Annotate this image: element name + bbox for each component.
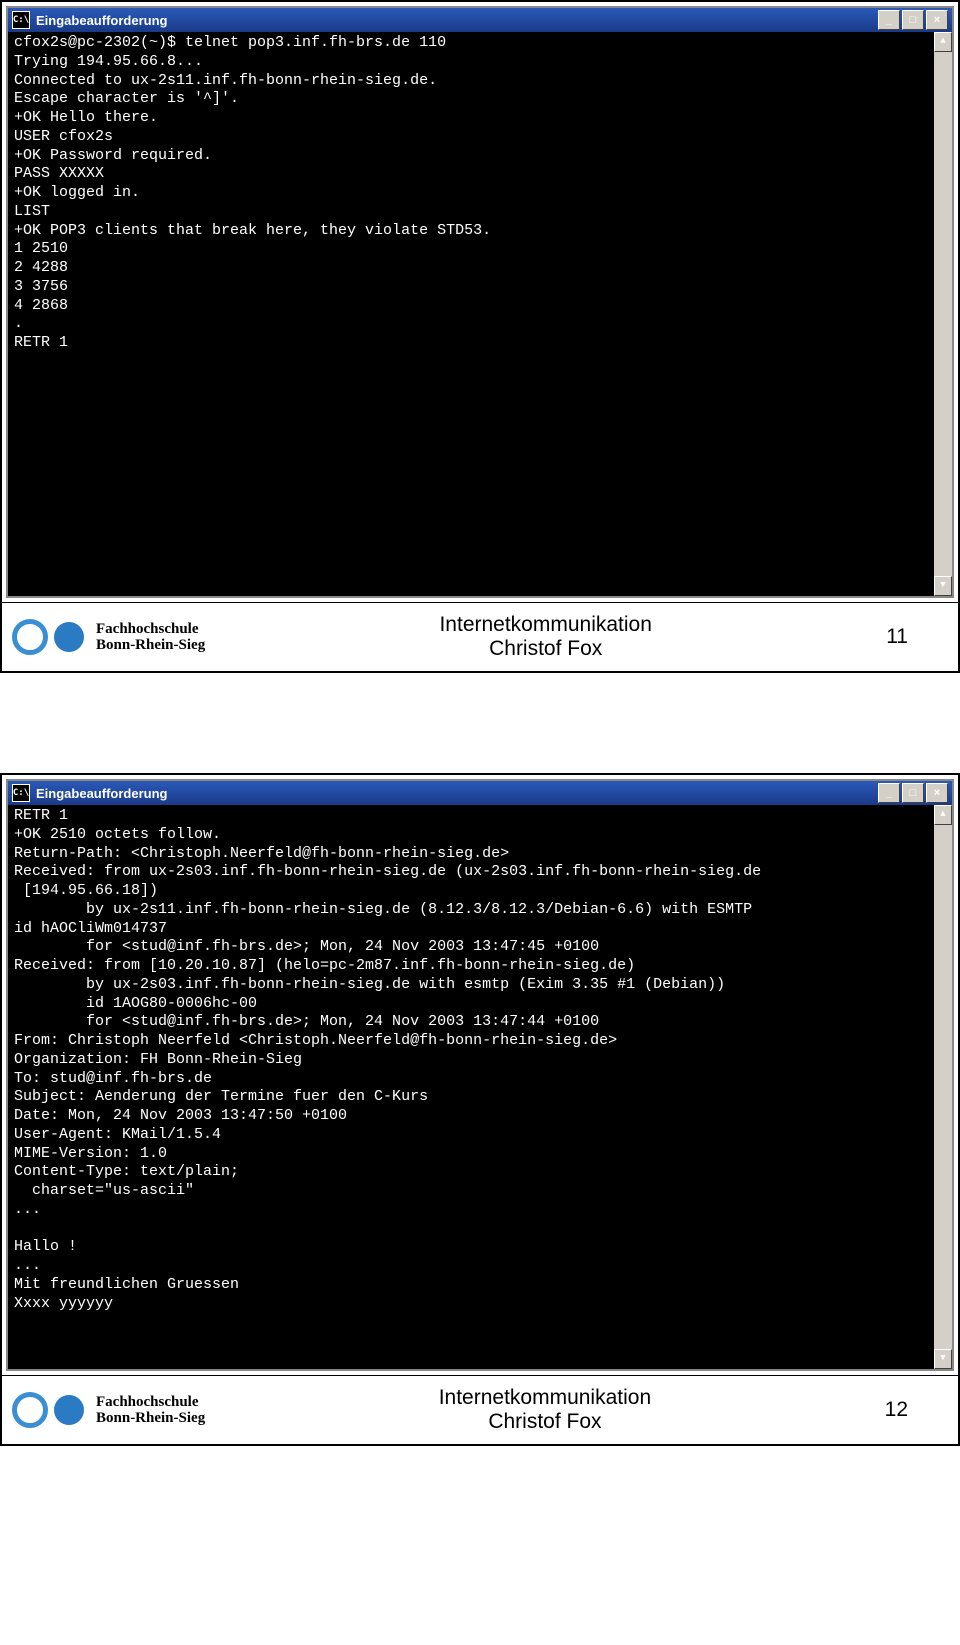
window-title: Eingabeaufforderung (36, 786, 878, 801)
scroll-down-icon[interactable]: ▼ (934, 576, 952, 596)
close-button[interactable]: × (926, 783, 948, 803)
uni-line1: Fachhochschule (96, 621, 205, 638)
minimize-button[interactable]: _ (878, 783, 900, 803)
logo-ring-icon (12, 1392, 48, 1428)
terminal-text: RETR 1 +OK 2510 octets follow. Return-Pa… (14, 807, 761, 1312)
footer-center: Internetkommunikation Christof Fox (205, 1386, 884, 1434)
uni-line1: Fachhochschule (96, 1394, 205, 1411)
uni-line2: Bonn-Rhein-Sieg (96, 1410, 205, 1427)
scroll-up-icon[interactable]: ▲ (934, 805, 952, 825)
cmd-icon: C:\ (12, 784, 30, 802)
scrollbar[interactable]: ▲▼ (934, 32, 952, 596)
footer-center: Internetkommunikation Christof Fox (205, 613, 886, 661)
presentation-title: Internetkommunikation (439, 1386, 651, 1409)
university-name: Fachhochschule Bonn-Rhein-Sieg (96, 621, 205, 654)
presentation-author: Christof Fox (489, 637, 602, 660)
cmd-icon: C:\ (12, 11, 30, 29)
uni-line2: Bonn-Rhein-Sieg (96, 637, 205, 654)
page-number: 12 (885, 1398, 948, 1422)
terminal-text: cfox2s@pc-2302(~)$ telnet pop3.inf.fh-br… (14, 34, 491, 351)
slide-footer: Fachhochschule Bonn-Rhein-Sieg Internetk… (2, 1375, 958, 1444)
minimize-button[interactable]: _ (878, 10, 900, 30)
maximize-button[interactable]: □ (902, 783, 924, 803)
maximize-button[interactable]: □ (902, 10, 924, 30)
terminal-output[interactable]: RETR 1 +OK 2510 octets follow. Return-Pa… (8, 805, 952, 1369)
university-logo (12, 1392, 84, 1428)
logo-ring-icon (12, 619, 48, 655)
scroll-up-icon[interactable]: ▲ (934, 32, 952, 52)
slide-footer: Fachhochschule Bonn-Rhein-Sieg Internetk… (2, 602, 958, 671)
window-title: Eingabeaufforderung (36, 13, 878, 28)
scroll-down-icon[interactable]: ▼ (934, 1349, 952, 1369)
titlebar[interactable]: C:\ Eingabeaufforderung _ □ × (8, 8, 952, 32)
terminal-output[interactable]: cfox2s@pc-2302(~)$ telnet pop3.inf.fh-br… (8, 32, 952, 596)
presentation-author: Christof Fox (488, 1410, 601, 1433)
university-logo (12, 619, 84, 655)
scrollbar[interactable]: ▲▼ (934, 805, 952, 1369)
command-window: C:\ Eingabeaufforderung _ □ × cfox2s@pc-… (6, 6, 954, 598)
titlebar[interactable]: C:\ Eingabeaufforderung _ □ × (8, 781, 952, 805)
close-button[interactable]: × (926, 10, 948, 30)
slide-11: C:\ Eingabeaufforderung _ □ × cfox2s@pc-… (0, 0, 960, 673)
slide-12: C:\ Eingabeaufforderung _ □ × RETR 1 +OK… (0, 773, 960, 1446)
university-name: Fachhochschule Bonn-Rhein-Sieg (96, 1394, 205, 1427)
logo-dot-icon (54, 1395, 84, 1425)
command-window: C:\ Eingabeaufforderung _ □ × RETR 1 +OK… (6, 779, 954, 1371)
page-number: 11 (886, 625, 948, 649)
presentation-title: Internetkommunikation (439, 613, 651, 636)
logo-dot-icon (54, 622, 84, 652)
